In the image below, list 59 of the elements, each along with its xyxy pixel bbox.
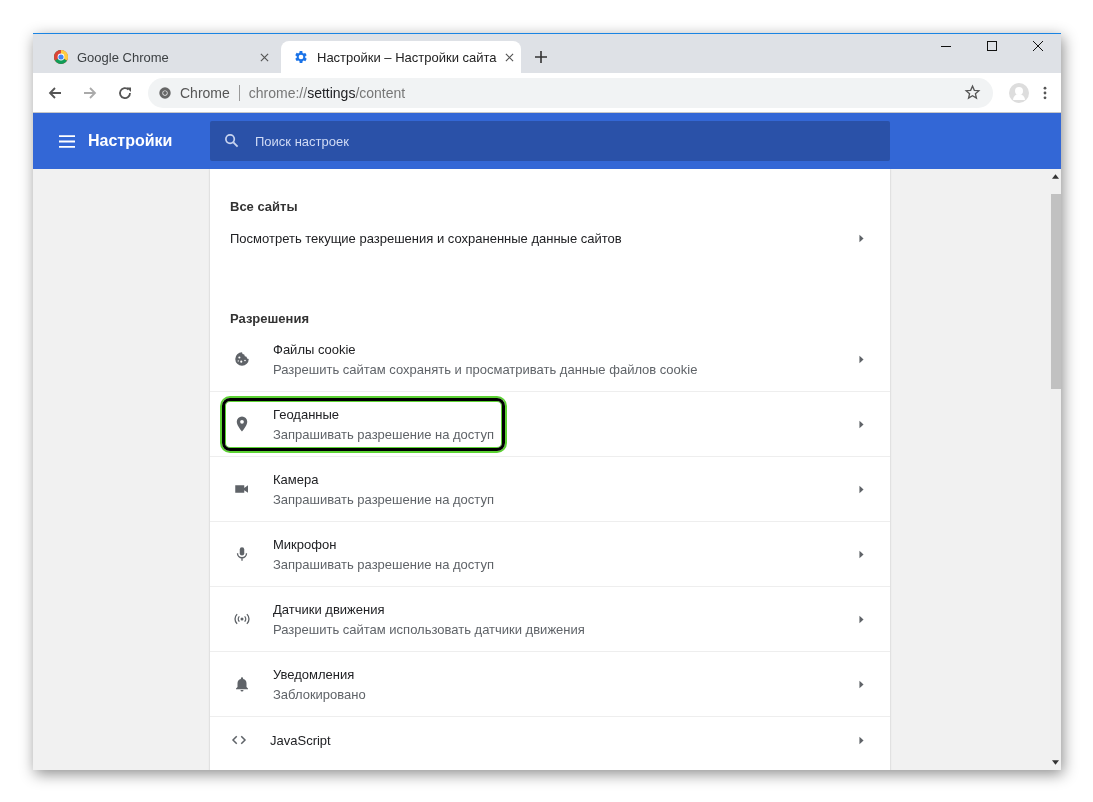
settings-row[interactable]: Датчики движения Разрешить сайтам использовать датчики движения	[210, 587, 890, 652]
row-subtitle: Запрашивать разрешение на доступ	[273, 556, 494, 572]
settings-row[interactable]: Уведомления Заблокировано	[210, 652, 890, 717]
row-title: Геоданные	[273, 406, 341, 422]
row-subtitle: Запрашивать разрешение на доступ	[273, 491, 494, 507]
browser-tab[interactable]: Google Chrome	[41, 41, 281, 73]
arrow-icon	[859, 419, 864, 429]
arrow-icon	[859, 233, 864, 243]
browser-logo-icon	[53, 49, 69, 65]
settings-icon	[293, 49, 309, 65]
settings-row[interactable]: JavaScript	[210, 717, 890, 763]
arrow-icon	[859, 614, 864, 624]
browser-logo-icon	[158, 85, 172, 100]
settings-row[interactable]: Камера Запрашивать разрешение на доступ	[210, 457, 890, 522]
tab-title: Настройки – Настройки сайта	[317, 49, 497, 65]
row-subtitle: Разрешить сайтам сохранять и просматривать данные файлов cookie	[273, 361, 698, 377]
row-subtitle: Запрашивать разрешение на доступ	[273, 426, 494, 442]
bell-icon	[233, 675, 251, 693]
search-field[interactable]: Поиск настроек	[210, 121, 890, 161]
settings-row[interactable]: Микрофон Запрашивать разрешение на доступ	[210, 522, 890, 587]
cookie-icon	[233, 350, 251, 368]
menu-icon[interactable]	[1043, 85, 1047, 100]
row-title: Микрофон	[273, 536, 338, 552]
arrow-icon	[859, 484, 864, 494]
new-tab-icon[interactable]	[535, 51, 547, 63]
row-subtitle: Разрешить сайтам использовать датчики движения	[273, 621, 585, 637]
page-title: Настройки	[88, 132, 173, 150]
maximize-icon[interactable]	[986, 40, 998, 52]
arrow-icon	[859, 735, 864, 745]
arrow-icon	[859, 679, 864, 689]
reload-icon[interactable]	[117, 84, 133, 101]
settings-row[interactable]: Геоданные Запрашивать разрешение на доступ	[210, 392, 890, 457]
address-bar[interactable]: Chrome chrome://settings/content	[148, 77, 993, 108]
url-text: chrome://settings/content	[248, 84, 406, 101]
back-icon[interactable]	[47, 84, 63, 101]
close-icon[interactable]	[1032, 40, 1044, 52]
scrollbar[interactable]	[1050, 169, 1061, 770]
arrow-icon	[859, 354, 864, 364]
browser-tab[interactable]: Настройки – Настройки сайта	[281, 41, 521, 73]
row-title: Уведомления	[273, 666, 356, 682]
scroll-up-icon[interactable]	[1052, 174, 1059, 179]
section-heading: Все сайты	[229, 198, 299, 215]
row-title: Файлы cookie	[273, 341, 357, 357]
search-icon	[224, 133, 239, 148]
star-icon[interactable]	[964, 84, 981, 101]
menu-icon[interactable]	[59, 134, 75, 148]
row-title: Посмотреть текущие разрешения и сохраненные данные сайтов	[230, 230, 622, 246]
settings-row[interactable]: Файлы cookie Разрешить сайтам сохранять и просматривать данные файлов cookie	[210, 327, 890, 392]
row-title: Датчики движения	[273, 601, 386, 617]
tab-title: Google Chrome	[77, 49, 170, 65]
close-icon[interactable]	[504, 52, 514, 62]
section-heading: Разрешения	[229, 310, 310, 327]
row-subtitle: Заблокировано	[273, 686, 366, 702]
settings-row[interactable]: Посмотреть текущие разрешения и сохраненные данные сайтов	[210, 215, 890, 261]
scroll-down-icon[interactable]	[1052, 760, 1059, 765]
row-title: Камера	[273, 471, 320, 487]
arrow-icon	[859, 549, 864, 559]
site-label: Chrome	[180, 84, 230, 101]
row-title: JavaScript	[270, 732, 331, 748]
